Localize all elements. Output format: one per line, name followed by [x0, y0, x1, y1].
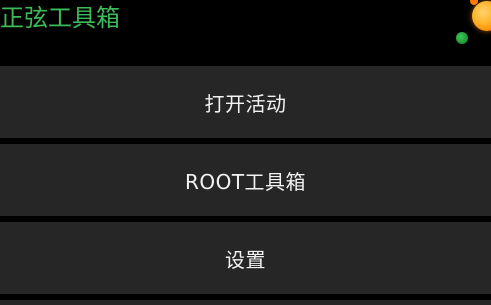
app-header: 正弦工具箱 — [0, 0, 491, 64]
settings-label: 设置 — [225, 247, 266, 272]
open-activity-button[interactable]: 打开活动 — [0, 66, 491, 138]
main-menu: 打开活动 ROOT工具箱 设置 — [0, 66, 491, 300]
decorative-green-dot — [456, 32, 468, 44]
root-toolbox-button[interactable]: ROOT工具箱 — [0, 144, 491, 216]
menu-item-partial[interactable] — [0, 300, 491, 305]
app-title: 正弦工具箱 — [0, 4, 120, 32]
root-toolbox-label: ROOT工具箱 — [184, 169, 307, 194]
open-activity-label: 打开活动 — [204, 91, 287, 116]
settings-button[interactable]: 设置 — [0, 222, 491, 294]
decorative-orb — [472, 1, 491, 31]
